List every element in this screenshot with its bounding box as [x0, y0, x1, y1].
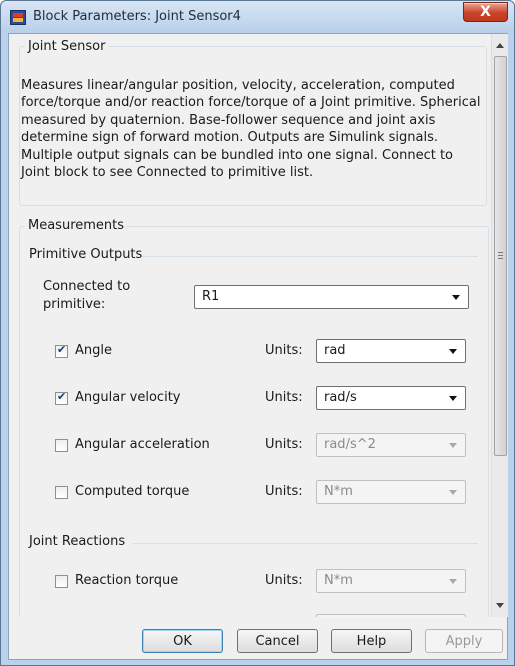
connected-label-line2: primitive:	[43, 297, 106, 312]
joint-sensor-group-title: Joint Sensor	[25, 39, 109, 54]
close-button[interactable]: X	[463, 2, 508, 22]
computed-torque-label: Computed torque	[75, 484, 190, 499]
dialog-window: Block Parameters: Joint Sensor4 X Joint …	[0, 0, 515, 666]
angular-acceleration-checkbox[interactable]	[55, 439, 68, 452]
simulink-block-icon	[10, 10, 26, 25]
scroll-up-arrow-icon[interactable]	[496, 43, 504, 48]
close-icon: X	[480, 4, 491, 20]
angular-velocity-label: Angular velocity	[75, 390, 181, 405]
reaction-torque-label: Reaction torque	[75, 573, 179, 588]
scroll-content: Joint Sensor Measures linear/angular pos…	[9, 34, 491, 617]
angle-label: Angle	[75, 343, 112, 358]
joint-reactions-separator	[133, 543, 478, 544]
dialog-client-area: Joint Sensor Measures linear/angular pos…	[8, 33, 508, 660]
chevron-down-icon	[449, 349, 457, 354]
help-button[interactable]: Help	[331, 629, 412, 653]
ok-button[interactable]: OK	[142, 629, 223, 653]
angular-velocity-units-label: Units:	[265, 390, 303, 405]
chevron-down-icon	[449, 443, 457, 448]
reaction-torque-units-value: N*m	[324, 573, 353, 588]
chevron-down-icon	[449, 490, 457, 495]
reaction-torque-units-label: Units:	[265, 573, 303, 588]
connected-primitive-select[interactable]: R1	[194, 285, 469, 309]
scroll-down-arrow-icon[interactable]	[496, 603, 504, 608]
computed-torque-units-select[interactable]: N*m	[316, 480, 466, 504]
connected-primitive-value: R1	[202, 289, 220, 304]
angle-units-value: rad	[324, 343, 346, 358]
title-bar[interactable]: Block Parameters: Joint Sensor4 X	[1, 1, 514, 33]
button-bar: OK Cancel Help Apply	[9, 617, 507, 659]
computed-torque-units-value: N*m	[324, 484, 353, 499]
angle-units-select[interactable]: rad	[316, 339, 466, 363]
cancel-button[interactable]: Cancel	[237, 629, 318, 653]
reaction-torque-units-select[interactable]: N*m	[316, 569, 466, 593]
angle-checkbox[interactable]	[55, 343, 68, 358]
angle-units-label: Units:	[265, 343, 303, 358]
apply-button[interactable]: Apply	[425, 629, 503, 653]
window-title: Block Parameters: Joint Sensor4	[33, 9, 241, 24]
grip-icon	[498, 252, 503, 259]
angular-velocity-checkbox[interactable]	[55, 390, 68, 405]
angular-acceleration-label: Angular acceleration	[75, 437, 210, 452]
scrollbar-thumb[interactable]	[494, 56, 507, 456]
chevron-down-icon	[449, 579, 457, 584]
measurements-group-title: Measurements	[25, 218, 128, 233]
computed-torque-units-label: Units:	[265, 484, 303, 499]
angular-acceleration-units-label: Units:	[265, 437, 303, 452]
joint-reactions-title: Joint Reactions	[29, 534, 126, 549]
chevron-down-icon	[449, 396, 457, 401]
primitive-outputs-separator	[142, 256, 478, 257]
reaction-torque-checkbox[interactable]	[55, 575, 68, 588]
primitive-outputs-title: Primitive Outputs	[29, 247, 143, 262]
block-description: Measures linear/angular position, veloci…	[21, 78, 481, 181]
connected-label-line1: Connected to	[43, 279, 131, 294]
angular-acceleration-units-select[interactable]: rad/s^2	[316, 433, 466, 457]
angular-velocity-units-value: rad/s	[324, 390, 357, 405]
angular-acceleration-units-value: rad/s^2	[324, 437, 376, 452]
computed-torque-checkbox[interactable]	[55, 486, 68, 499]
angular-velocity-units-select[interactable]: rad/s	[316, 386, 466, 410]
chevron-down-icon	[452, 295, 460, 300]
vertical-scrollbar[interactable]	[491, 34, 508, 617]
